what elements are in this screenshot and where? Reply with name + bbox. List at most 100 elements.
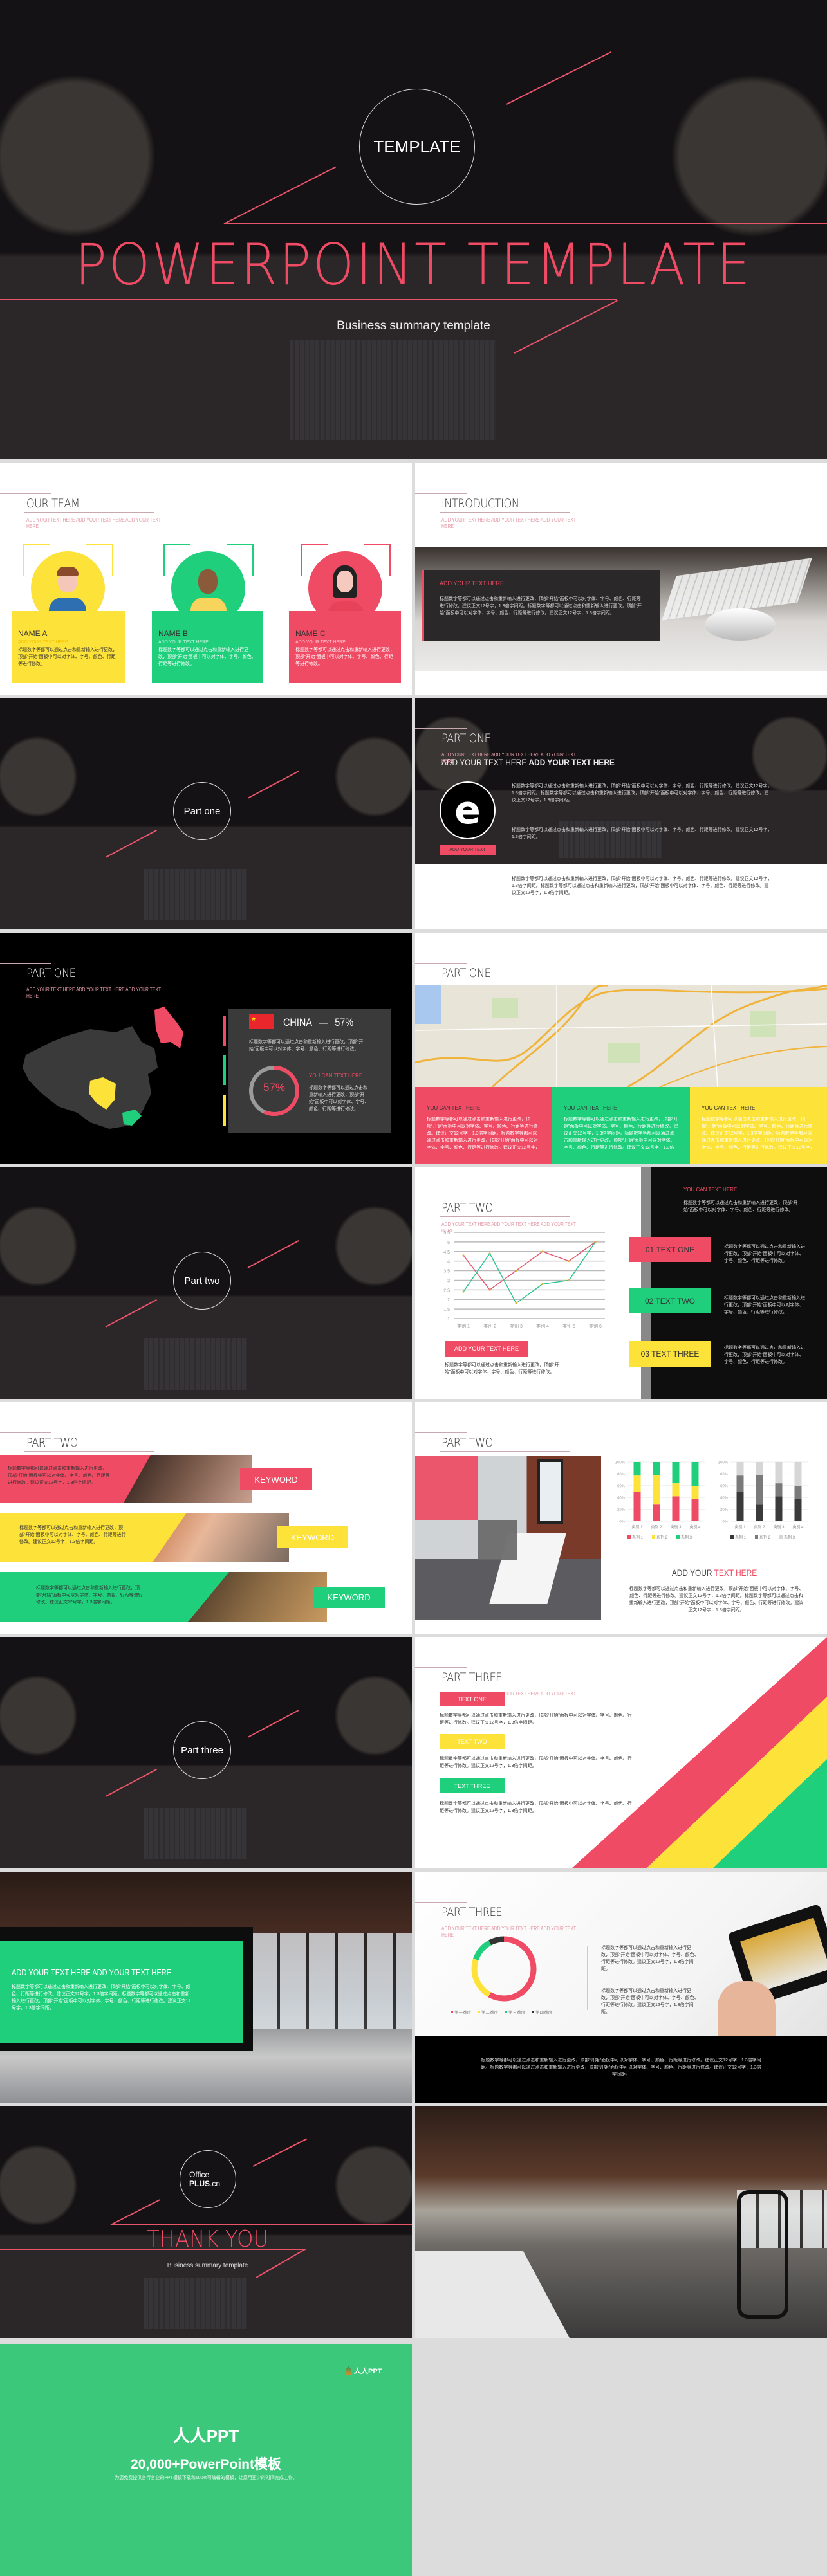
x-tick-label: 类别 2 — [483, 1323, 496, 1329]
bar-segment — [653, 1475, 660, 1505]
bar-segment — [691, 1486, 699, 1499]
caption: YOU CAN TEXT HERE — [309, 1073, 363, 1079]
divider — [440, 1216, 570, 1217]
china-map — [23, 1007, 183, 1129]
bar-segment — [691, 1499, 699, 1521]
heading-dark: ADD YOUR — [671, 1567, 714, 1578]
china-map-northeast — [154, 1007, 183, 1048]
legend-swatch — [779, 1535, 783, 1539]
y-tick-label: 20% — [617, 1508, 626, 1512]
slide-title: OUR TEAM — [26, 497, 80, 511]
member-bio: 标题数字等都可以通过点击和重新输入进行更改，顶部“开始”面板中可以对字体、字号、… — [158, 648, 256, 666]
slide-title: PART TWO — [26, 1436, 78, 1450]
add-text-button[interactable]: ADD YOUR TEXT — [440, 845, 496, 855]
divider — [440, 1451, 570, 1452]
slide-part-three-donut[interactable]: PART THREE ADD YOUR TEXT HERE ADD YOUR T… — [415, 1872, 827, 2103]
x-tick-label: 类别 2 — [651, 1524, 662, 1530]
bar-segment — [672, 1496, 680, 1521]
slide-subtitle: ADD YOUR TEXT HERE ADD YOUR TEXT HERE AD… — [26, 517, 161, 529]
divider — [415, 728, 467, 729]
body-text: 标题数字等都可以通过点击和重新输入进行更改，顶部“开始”面板中可以对字体、字号、… — [12, 1985, 191, 2011]
gray-overlay — [478, 1520, 517, 1560]
info-box-red: YOU CAN TEXT HERE 标题数字等都可以通过点击和重新输入进行更改，… — [415, 1087, 552, 1164]
member-bio: 标题数字等都可以通过点击和重新输入进行更改，顶部“开始”面板中可以对字体、字号、… — [18, 648, 117, 666]
member-role: ADD YOUR TEXT HERE — [158, 640, 209, 644]
keyword-yellow: KEYWORD — [277, 1526, 348, 1548]
stacked-bar-chart-gray: 0% 20% 40% 60% 80% 100% 类别 1 类别 2 类别 3 类别 4 系列 1 系列… — [718, 1461, 808, 1540]
info-box-green: YOU CAN TEXT HERE 标题数字等都可以通过点击和重新输入进行更改，… — [552, 1087, 690, 1164]
slide-thank-you[interactable]: Office PLUS.cn THANK YOU Business summar… — [0, 2106, 412, 2338]
black-band: 标题数字等都可以通过点击和重新输入进行更改，顶部“开始”面板中可以对字体、字号、… — [415, 2036, 827, 2103]
slide-part-one-map[interactable]: PART ONE ADD YOUR TEXT HERE ADD YOUR TEX… — [415, 933, 827, 1164]
promo-tagline: 为您免费提供各行各业的PPT模板下载和100%可编辑的模板，让您用更少的时间完成… — [115, 2476, 297, 2480]
heading-bold: ADD YOUR TEXT HERE — [528, 757, 615, 767]
legend-label: 系列 3 — [784, 1535, 795, 1540]
bar-segment — [736, 1475, 744, 1492]
y-tick-label: 5 — [447, 1241, 450, 1245]
x-tick-label: 类别 1 — [457, 1323, 470, 1329]
x-tick-label: 类别 1 — [734, 1524, 746, 1530]
slide-our-team[interactable]: OUR TEAM ADD YOUR TEXT HERE ADD YOUR TEX… — [0, 463, 412, 695]
hero-title: POWERPOINT TEMPLATE — [75, 232, 752, 298]
thank-you-subtitle: Business summary template — [167, 2262, 248, 2269]
windows — [251, 1933, 412, 2029]
team-card-b: NAME B ADD YOUR TEXT HERE 标题数字等都可以通过点击和重… — [152, 544, 263, 683]
box-heading: YOU CAN TEXT HERE — [564, 1105, 618, 1111]
tab-text-three[interactable]: 03 TEXT THREE — [629, 1341, 711, 1367]
line-chart: 1 1.5 2 2.5 3 3.5 4 4.5 5 5.5 类别 1 类别 2 类别 3 类别 4 类别 5… — [443, 1231, 605, 1329]
x-tick-label: 类别 4 — [536, 1323, 549, 1329]
section-label: Part three — [181, 1744, 223, 1756]
body-text: 标题数字等都可以通过点击和重新输入进行更改，顶部“开始”面板中可以对字体、字号、… — [249, 1040, 364, 1052]
data-point — [515, 1302, 517, 1304]
decor-line — [247, 1239, 299, 1268]
member-name: NAME B — [158, 629, 189, 638]
box-body: 标题数字等都可以通过点击和重新输入进行更改，顶部“开始”面板中可以对字体、字号、… — [564, 1117, 678, 1150]
road-map[interactable] — [415, 985, 827, 1087]
slide-section-part-one[interactable]: Part one — [0, 698, 412, 929]
y-tick-label: 20% — [720, 1508, 729, 1512]
y-tick-label: 5.5 — [443, 1231, 450, 1236]
box-heading: ADD YOUR TEXT HERE ADD YOUR TEXT HERE — [12, 1968, 198, 1977]
body-text: 标题数字等都可以通过点击和重新输入进行更改，顶部“开始”面板中可以对字体、字号、… — [724, 1245, 805, 1263]
slide-section-part-three[interactable]: Part three — [0, 1637, 412, 1868]
country-percent: CHINA — 57% — [283, 1016, 353, 1029]
slide-part-two-keywords[interactable]: PART TWO ADD YOUR TEXT HERE ADD YOUR TEX… — [0, 1402, 412, 1634]
legend-label: 第二季度 — [481, 2009, 499, 2015]
box-heading: ADD YOUR TEXT HERE — [440, 580, 505, 587]
slide-office-photo[interactable] — [415, 2106, 827, 2338]
promo-title: 人人PPT — [172, 2426, 239, 2445]
slide-part-one-intro[interactable]: PART ONE ADD YOUR TEXT HERE ADD YOUR TEX… — [415, 698, 827, 929]
divider — [415, 493, 467, 494]
slide-part-two-bars[interactable]: PART TWO ADD YOUR TEXT HERE ADD YOUR TEX… — [415, 1402, 827, 1634]
y-tick-label: 80% — [720, 1473, 729, 1477]
slide-promo[interactable]: 人人PPT 人人PPT 20,000+PowerPoint模板 为您免费提供各行… — [0, 2344, 412, 2576]
decor-line — [111, 2224, 412, 2225]
bar-segment — [653, 1504, 660, 1521]
slide-introduction[interactable]: INTRODUCTION ADD YOUR TEXT HERE ADD YOUR… — [415, 463, 827, 695]
x-tick-label: 类别 3 — [670, 1524, 682, 1530]
slide-part-three-stripes[interactable]: PART THREE ADD YOUR TEXT HERE ADD YOUR T… — [415, 1637, 827, 1868]
member-name: NAME A — [18, 629, 48, 638]
slide-title: PART ONE — [441, 966, 491, 980]
green-text-box: ADD YOUR TEXT HERE ADD YOUR TEXT HERE 标题… — [0, 1941, 243, 2043]
bar-segment — [653, 1462, 660, 1475]
x-tick-label: 类别 6 — [589, 1323, 602, 1329]
tab-text-two[interactable]: 02 TEXT TWO — [629, 1288, 711, 1313]
slide-section-part-two[interactable]: Part two — [0, 1167, 412, 1399]
slide-part-two-line-chart[interactable]: PART TWO ADD YOUR TEXT HERE ADD YOUR TEX… — [415, 1167, 827, 1399]
bar-segment — [756, 1504, 763, 1521]
body-text: 标题数字等都可以通过点击和重新输入进行更改，顶部“开始”面板中可以对字体、字号、… — [36, 1586, 143, 1605]
tab-text-one[interactable]: 01 TEXT ONE — [629, 1237, 711, 1262]
slide-office-green[interactable]: ADD YOUR TEXT HERE ADD YOUR TEXT HERE 标题… — [0, 1872, 412, 2103]
data-point — [541, 1283, 544, 1285]
logo-icon — [346, 2366, 351, 2375]
x-tick-label: 类别 4 — [689, 1524, 701, 1530]
y-tick-label: 0% — [619, 1521, 625, 1524]
add-text-button[interactable]: ADD YOUR TEXT HERE — [445, 1341, 528, 1357]
slide-part-one-china[interactable]: PART ONE ADD YOUR TEXT HERE ADD YOUR TEX… — [0, 933, 412, 1164]
y-tick-label: 4.5 — [443, 1250, 450, 1255]
heading-light: ADD YOUR TEXT HERE — [441, 757, 527, 767]
y-tick-label: 1.5 — [443, 1308, 450, 1312]
legend-label: 第一季度 — [454, 2009, 472, 2015]
x-tick-label: 类别 3 — [510, 1323, 523, 1329]
